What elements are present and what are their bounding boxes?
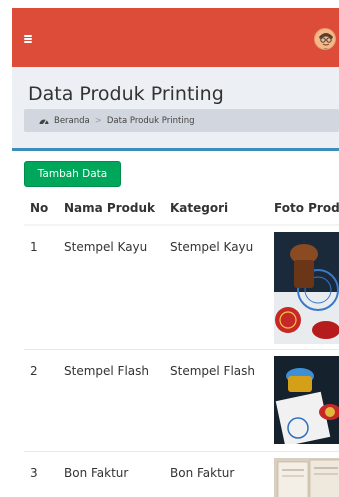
hamburger-icon[interactable] [24,35,32,43]
cell-no: 3 [24,450,58,497]
table-row: 1 Stempel Kayu Stempel Kayu [24,224,339,349]
column-header-no[interactable]: No [24,191,58,226]
cell-category: Stempel Kayu [164,224,268,349]
products-table: No Nama Produk Kategori Foto Prod 1 Stem… [24,191,339,497]
stamp-flash-photo[interactable] [274,355,339,444]
top-navbar [12,8,339,67]
dashboard-icon [39,116,49,125]
cell-photo [268,450,339,497]
breadcrumb: Beranda > Data Produk Printing [24,109,339,132]
cell-category: Bon Faktur [164,450,268,497]
stamp-wood-photo[interactable] [274,232,339,344]
add-data-button[interactable]: Tambah Data [24,161,121,187]
table-header-row: No Nama Produk Kategori Foto Prod [24,191,339,226]
cell-photo [268,348,339,451]
app-page: Data Produk Printing Beranda > Data Prod… [0,0,339,497]
page-title: Data Produk Printing [28,83,224,105]
cell-name: Stempel Kayu [58,224,164,349]
cell-no: 2 [24,348,58,451]
column-header-category[interactable]: Kategori [164,191,268,226]
table-row: 3 Bon Faktur Bon Faktur [24,450,339,497]
column-header-photo[interactable]: Foto Prod [268,191,339,226]
cell-category: Stempel Flash [164,348,268,451]
cell-name: Bon Faktur [58,450,164,497]
breadcrumb-home-link[interactable]: Beranda [54,116,90,126]
breadcrumb-separator: > [94,115,102,126]
breadcrumb-current: Data Produk Printing [106,115,195,126]
data-box: Tambah Data No Nama Produk Kategori Foto… [12,148,339,497]
invoice-photo[interactable] [274,457,339,497]
cell-photo [268,224,339,349]
cell-no: 1 [24,224,58,349]
user-avatar-icon[interactable] [314,28,336,50]
column-header-name[interactable]: Nama Produk [58,191,164,226]
table-row: 2 Stempel Flash Stempel Flash [24,348,339,451]
cell-name: Stempel Flash [58,348,164,451]
